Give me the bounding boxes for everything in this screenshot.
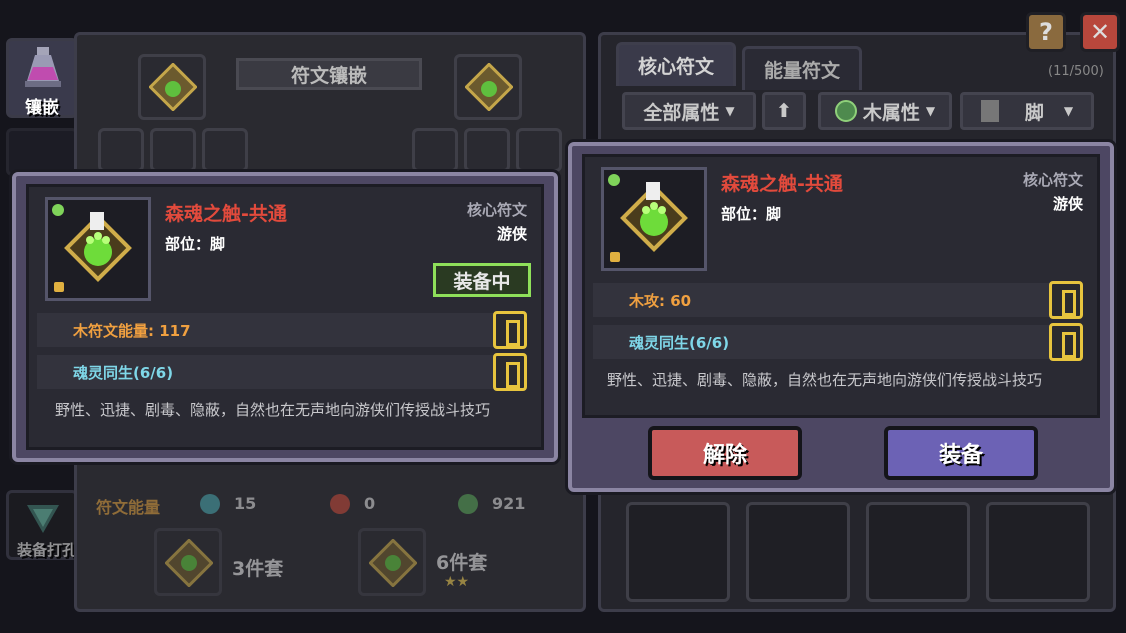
lock-toggle-1[interactable]: [1049, 281, 1083, 319]
rune-type: 核心符文: [1022, 171, 1083, 189]
stat-text: 木符文能量: 117: [73, 321, 191, 340]
stat-text: 魂灵同生(6/6): [629, 333, 730, 352]
stat-row-2: 魂灵同生(6/6): [37, 355, 523, 389]
rune-slot-small-1[interactable]: [98, 128, 144, 172]
energy-wood-icon: [458, 494, 478, 514]
arrow-up-icon: ⬆: [776, 100, 792, 122]
close-icon: ✕: [1089, 18, 1111, 46]
rune-list-slot[interactable]: [986, 502, 1090, 602]
tab-core-rune-label: 核心符文: [637, 56, 714, 78]
rune-list-slot[interactable]: [626, 502, 730, 602]
rune-slot-small-5[interactable]: [464, 128, 510, 172]
set3-label: 3件套: [232, 558, 284, 580]
stat-row-1: 木符文能量: 117: [37, 313, 523, 347]
tab-core-rune[interactable]: 核心符文: [616, 42, 736, 86]
rune-slot-top-right[interactable]: [454, 54, 522, 120]
rune-description: 野性、迅捷、剧毒、隐蔽，自然也在无声地向游侠们传授战斗技巧: [55, 401, 491, 419]
stat-text: 木攻: 60: [629, 291, 692, 310]
rune-icon: [149, 63, 197, 111]
equipped-rune-popup: 森魂之触-共通 部位：脚 核心符文 游侠 装备中 木符文能量: 117 魂灵同生…: [12, 172, 558, 462]
rune-name: 森魂之触-共通: [721, 173, 843, 195]
inlay-tab-button[interactable]: 镶嵌: [6, 38, 78, 118]
rune-description: 野性、迅捷、剧毒、隐蔽，自然也在无声地向游侠们传授战斗技巧: [607, 371, 1043, 389]
caret-down-icon: ▼: [925, 104, 936, 118]
sidebar-button-2[interactable]: [6, 128, 78, 176]
flask-icon: [25, 47, 61, 87]
rune-type: 核心符文: [466, 201, 527, 219]
rune-name: 森魂之触-共通: [165, 203, 287, 225]
punch-tab-button[interactable]: 装备打孔: [6, 490, 78, 560]
filter-wood-attribute-label: 木属性: [862, 101, 920, 124]
inlay-title: 符文镶嵌: [290, 64, 367, 87]
rune-icon: [369, 539, 417, 587]
forest-soul-rune-icon: [64, 212, 132, 282]
rune-slot-top-left[interactable]: [138, 54, 206, 120]
filter-wood-attribute[interactable]: 木属性 ▼: [818, 92, 952, 130]
lock-toggle-1[interactable]: [493, 311, 527, 349]
stat-row-2: 魂灵同生(6/6): [593, 325, 1079, 359]
energy-blue-icon: [200, 494, 220, 514]
rune-slot-small-6[interactable]: [516, 128, 562, 172]
equip-button[interactable]: 装备: [884, 426, 1038, 480]
rune-class: 游侠: [496, 225, 527, 243]
equipped-badge-label: 装备中: [453, 270, 511, 293]
caret-down-icon: ▼: [725, 104, 735, 118]
boot-icon: [980, 100, 999, 122]
rune-icon-frame: [601, 167, 707, 271]
equipped-badge: 装备中: [433, 263, 531, 297]
rune-list-slot[interactable]: [746, 502, 850, 602]
rune-icon-frame: [45, 197, 151, 301]
rune-part: 部位：脚: [165, 235, 226, 253]
filter-all-attributes-label: 全部属性: [643, 101, 720, 124]
help-icon: ?: [1039, 18, 1053, 46]
wood-element-icon: [834, 100, 857, 122]
equip-button-label: 装备: [938, 443, 983, 468]
rune-count: (11/500): [1048, 64, 1104, 79]
caret-down-icon: ▼: [1063, 104, 1074, 118]
inlay-tab-label: 镶嵌: [25, 98, 59, 118]
energy-value-1: 15: [234, 494, 257, 513]
help-button[interactable]: ?: [1026, 12, 1066, 52]
rune-class: 游侠: [1052, 195, 1083, 213]
remove-button-label: 解除: [702, 443, 747, 468]
lock-icon: [610, 252, 620, 262]
rune-icon: [465, 63, 513, 111]
lock-toggle-2[interactable]: [493, 353, 527, 391]
stat-row-1: 木攻: 60: [593, 283, 1079, 317]
filter-all-attributes[interactable]: 全部属性 ▼: [622, 92, 756, 130]
rune-slot-small-2[interactable]: [150, 128, 196, 172]
drill-icon: [27, 505, 59, 533]
tab-energy-rune-label: 能量符文: [763, 60, 840, 82]
energy-fire-icon: [330, 494, 350, 514]
set-bonus-6[interactable]: [358, 528, 426, 596]
rune-list-slot[interactable]: [866, 502, 970, 602]
set6-label: 6件套: [436, 552, 488, 574]
sort-button[interactable]: ⬆: [762, 92, 806, 130]
rune-slot-small-4[interactable]: [412, 128, 458, 172]
tab-energy-rune[interactable]: 能量符文: [742, 46, 862, 90]
lock-icon: [54, 282, 64, 292]
lock-toggle-2[interactable]: [1049, 323, 1083, 361]
energy-value-2: 0: [364, 494, 376, 513]
rune-energy-label: 符文能量: [96, 498, 161, 517]
remove-button[interactable]: 解除: [648, 426, 802, 480]
close-button[interactable]: ✕: [1080, 12, 1120, 52]
rune-icon: [165, 539, 213, 587]
energy-value-3: 921: [492, 494, 526, 513]
rune-part: 部位：脚: [721, 205, 782, 223]
forest-soul-rune-icon: [620, 182, 688, 252]
selected-rune-popup: 森魂之触-共通 部位：脚 核心符文 游侠 木攻: 60 魂灵同生(6/6) 野性…: [568, 142, 1114, 492]
set6-stars: ★★: [444, 574, 470, 590]
stat-text: 魂灵同生(6/6): [73, 363, 174, 382]
filter-part[interactable]: 脚 ▼: [960, 92, 1094, 130]
inlay-title-plate: 符文镶嵌: [236, 58, 422, 90]
rune-energy-row: 符文能量 15 0 921: [86, 486, 576, 522]
filter-part-label: 脚: [1024, 101, 1044, 124]
set-bonus-3[interactable]: [154, 528, 222, 596]
rune-slot-small-3[interactable]: [202, 128, 248, 172]
